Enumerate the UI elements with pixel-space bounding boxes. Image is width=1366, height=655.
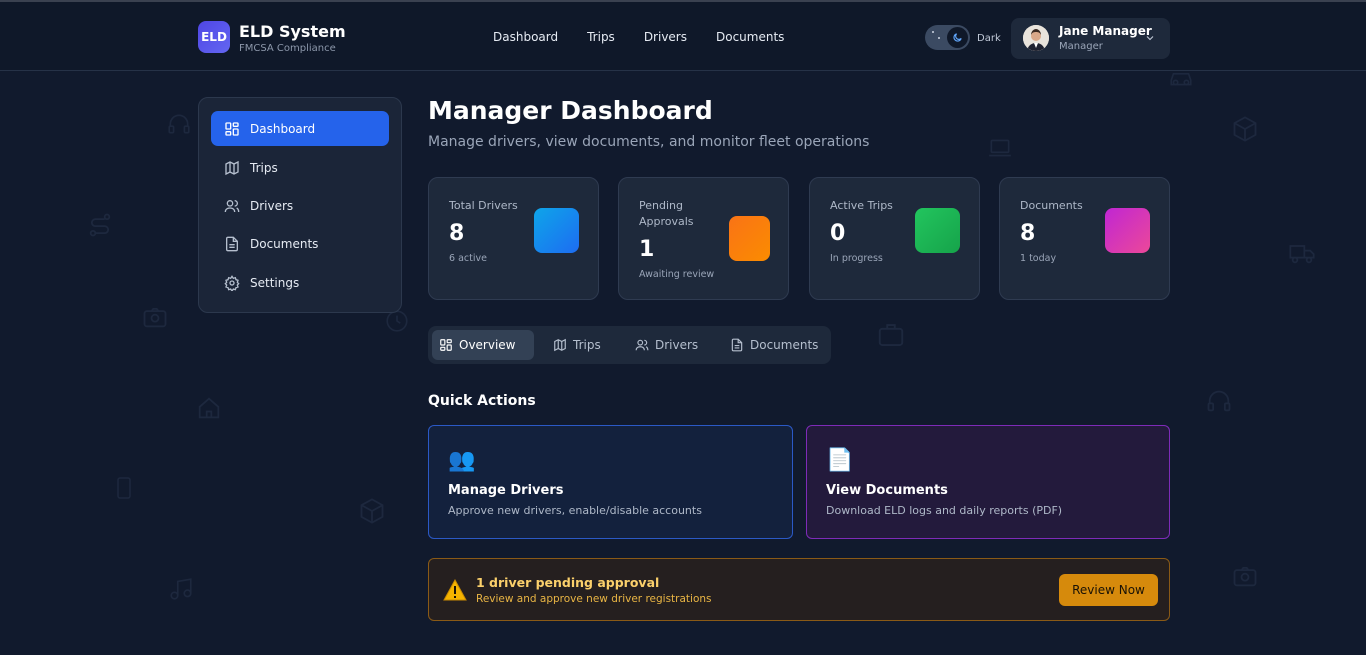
sidebar-item-trips[interactable]: Trips (211, 150, 389, 185)
action-description: Approve new drivers, enable/disable acco… (448, 504, 702, 517)
stat-label: Documents (1020, 199, 1083, 212)
laptop-icon (989, 139, 1011, 157)
sidebar-item-label: Settings (250, 275, 300, 290)
stat-card-documents: Documents 8 1 today (999, 177, 1170, 300)
briefcase-icon (878, 324, 904, 346)
route-icon (89, 213, 111, 237)
sidebar-item-label: Drivers (250, 198, 294, 213)
box-icon (360, 498, 384, 524)
dashboard-tabs: Overview Trips Drivers Documents (428, 326, 831, 364)
action-title: View Documents (826, 483, 948, 498)
view-documents-card[interactable]: 📄 View Documents Download ELD logs and d… (806, 425, 1170, 539)
stat-icon-tile (915, 208, 960, 253)
gear-icon (224, 274, 240, 291)
stat-value: 0 (830, 221, 846, 246)
map-icon (553, 338, 567, 352)
star-icon (932, 31, 934, 33)
document-icon: 📄 (826, 448, 854, 473)
star-icon (938, 37, 940, 39)
document-icon (224, 236, 240, 252)
alert-title: 1 driver pending approval (476, 575, 660, 590)
document-icon (730, 338, 744, 352)
tab-overview[interactable]: Overview (432, 330, 534, 360)
theme-toggle-label: Dark (977, 33, 1001, 44)
topnav-drivers[interactable]: Drivers (644, 30, 687, 44)
tab-label: Trips (573, 338, 601, 352)
camera-icon (1233, 566, 1257, 587)
map-icon (224, 160, 240, 176)
headphones-icon (1207, 390, 1231, 412)
dashboard-icon (439, 338, 453, 352)
user-menu[interactable]: Jane Manager Manager (1011, 18, 1170, 59)
user-role: Manager (1059, 41, 1103, 52)
stat-icon-tile (534, 208, 579, 253)
manage-drivers-card[interactable]: 👥 Manage Drivers Approve new drivers, en… (428, 425, 793, 539)
users-icon: 👥 (448, 448, 476, 473)
app-title: ELD System (239, 22, 346, 41)
pending-approval-alert: 1 driver pending approval Review and app… (428, 558, 1170, 621)
stat-label: Pending Approvals (639, 199, 694, 228)
home-icon (198, 397, 220, 419)
truck-icon (1289, 245, 1315, 264)
app-subtitle: FMCSA Compliance (239, 43, 336, 54)
action-description: Download ELD logs and daily reports (PDF… (826, 504, 1063, 517)
topnav-dashboard[interactable]: Dashboard (493, 30, 558, 44)
tab-label: Overview (459, 338, 516, 352)
stat-card-total-drivers: Total Drivers 8 6 active (428, 177, 599, 300)
top-header: ELD ELD System FMCSA Compliance Dashboar… (0, 2, 1366, 71)
tab-label: Drivers (655, 338, 699, 352)
moon-icon (947, 27, 968, 48)
phone-icon (117, 477, 131, 499)
avatar (1023, 25, 1049, 51)
stat-note: 1 today (1020, 253, 1057, 264)
warning-icon (443, 579, 467, 601)
action-title: Manage Drivers (448, 483, 564, 498)
stat-value: 8 (449, 221, 465, 246)
sidebar-item-drivers[interactable]: Drivers (211, 188, 389, 223)
stat-note: Awaiting review (639, 269, 715, 280)
app-logo[interactable]: ELD (198, 21, 230, 53)
stat-label: Active Trips (830, 199, 893, 212)
stat-icon-tile (729, 216, 770, 261)
music-icon (170, 578, 192, 600)
stat-note: In progress (830, 253, 883, 264)
stat-icon-tile (1105, 208, 1150, 253)
stat-label: Total Drivers (449, 199, 518, 212)
tab-trips[interactable]: Trips (546, 330, 616, 360)
stat-value: 8 (1020, 221, 1036, 246)
tab-documents[interactable]: Documents (723, 330, 827, 360)
alert-subtitle: Review and approve new driver registrati… (476, 593, 712, 605)
page-title: Manager Dashboard (428, 96, 713, 125)
stat-note: 6 active (449, 253, 487, 264)
sidebar-item-label: Trips (250, 160, 278, 175)
quick-actions-title: Quick Actions (428, 393, 536, 409)
sidebar: Dashboard Trips Drivers Documents Settin… (198, 97, 402, 313)
dashboard-icon (224, 121, 240, 137)
topnav-trips[interactable]: Trips (587, 30, 615, 44)
sidebar-item-documents[interactable]: Documents (211, 226, 389, 261)
top-nav: Dashboard Trips Drivers Documents (493, 30, 813, 44)
tab-label: Documents (750, 338, 819, 352)
sidebar-item-label: Documents (250, 236, 319, 251)
sidebar-item-settings[interactable]: Settings (211, 265, 389, 300)
headphones-icon (168, 114, 190, 134)
sidebar-item-dashboard[interactable]: Dashboard (211, 111, 389, 146)
box-icon (1233, 116, 1257, 142)
chevron-down-icon (1146, 36, 1154, 41)
review-now-button[interactable]: Review Now (1059, 574, 1158, 606)
stat-card-active-trips: Active Trips 0 In progress (809, 177, 980, 300)
stat-value: 1 (639, 237, 655, 262)
users-icon (635, 338, 649, 352)
users-icon (224, 198, 240, 214)
theme-toggle[interactable] (925, 25, 970, 50)
user-name: Jane Manager (1059, 24, 1152, 38)
stat-card-pending-approvals: Pending Approvals 1 Awaiting review (618, 177, 789, 300)
tab-drivers[interactable]: Drivers (628, 330, 710, 360)
topnav-documents[interactable]: Documents (716, 30, 784, 44)
sidebar-item-label: Dashboard (250, 121, 316, 136)
page-subtitle: Manage drivers, view documents, and moni… (428, 134, 870, 150)
camera-icon (143, 307, 167, 328)
